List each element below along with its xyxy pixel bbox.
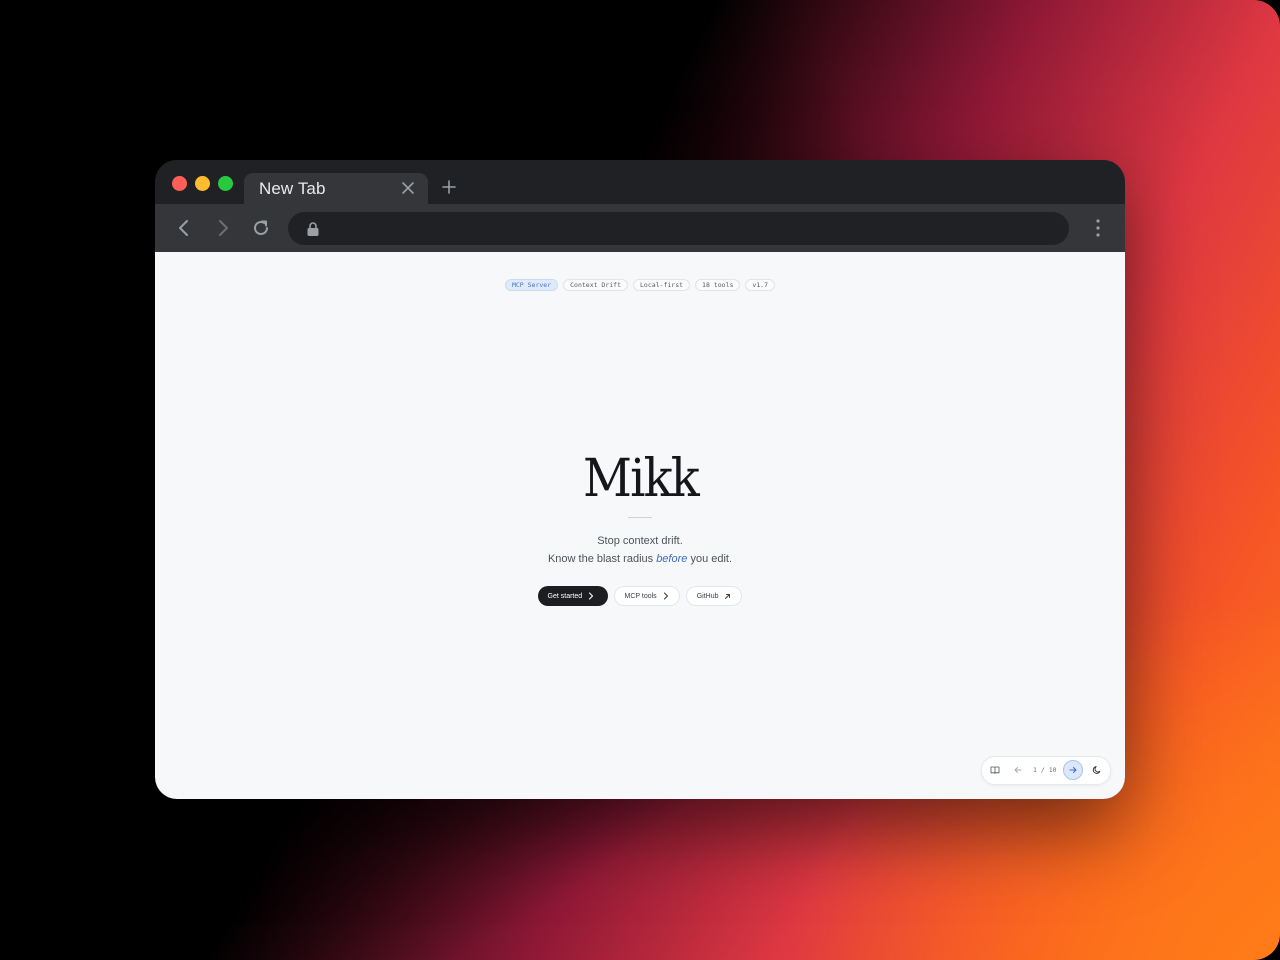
tagline-line-1: Stop context drift. xyxy=(597,535,683,547)
book-icon[interactable] xyxy=(990,765,1000,775)
mcp-tools-button[interactable]: MCP tools xyxy=(613,586,680,606)
tagline: Stop context drift. Know the blast radiu… xyxy=(155,532,1125,568)
page-title: Mikk xyxy=(582,449,700,509)
mcp-tools-label: MCP tools xyxy=(624,592,657,600)
page-content: MCP Server Context Drift Local-first 18 … xyxy=(155,252,1125,799)
slide-navigator: 1 / 10 xyxy=(981,756,1111,785)
current-slide: 1 xyxy=(1033,766,1037,774)
tab-strip: New Tab xyxy=(155,160,1125,204)
cta-row: Get started MCP tools GitHub xyxy=(155,586,1125,606)
external-link-icon xyxy=(725,593,731,599)
plus-icon[interactable] xyxy=(441,179,457,195)
kebab-menu-icon[interactable] xyxy=(1095,218,1101,238)
get-started-label: Get started xyxy=(547,592,583,600)
badge-version: v1.7 xyxy=(745,279,776,291)
next-slide-button[interactable] xyxy=(1063,760,1083,780)
browser-toolbar xyxy=(155,204,1125,252)
previous-slide-icon[interactable] xyxy=(1013,765,1023,775)
moon-icon[interactable] xyxy=(1092,765,1102,775)
chevron-right-icon xyxy=(589,592,594,600)
maximize-window-button[interactable] xyxy=(218,176,233,191)
github-button[interactable]: GitHub xyxy=(685,586,743,606)
slide-counter: 1 / 10 xyxy=(1033,764,1057,776)
address-bar[interactable] xyxy=(288,212,1069,245)
slide-separator: / xyxy=(1040,766,1045,774)
desktop-background: New Tab MCP Server Context Drift Local-f… xyxy=(0,0,1280,960)
badge-tool-count: 18 tools xyxy=(695,279,741,291)
lock-icon xyxy=(307,222,319,236)
badge-context-drift: Context Drift xyxy=(563,279,628,291)
tab-title: New Tab xyxy=(259,179,326,198)
tab-new-tab[interactable]: New Tab xyxy=(244,173,428,204)
arrow-right-icon xyxy=(1069,767,1077,773)
tagline-line-2: Know the blast radius before you edit. xyxy=(155,550,1125,568)
total-slides: 10 xyxy=(1048,766,1057,774)
minimize-window-button[interactable] xyxy=(195,176,210,191)
badge-local-first: Local-first xyxy=(633,279,691,291)
arrow-left-icon[interactable] xyxy=(174,218,194,238)
hero: Mikk Stop context drift. Know the blast … xyxy=(155,447,1125,568)
chevron-right-icon xyxy=(663,592,668,600)
tagline-line-2-start: Know the blast radius xyxy=(547,553,657,565)
tagline-emphasis: before xyxy=(656,553,688,565)
github-label: GitHub xyxy=(696,592,719,600)
browser-window: New Tab MCP Server Context Drift Local-f… xyxy=(155,160,1125,799)
close-icon[interactable] xyxy=(401,181,415,195)
close-window-button[interactable] xyxy=(172,176,187,191)
get-started-button[interactable]: Get started xyxy=(537,586,608,606)
arrow-right-icon[interactable] xyxy=(213,218,233,238)
badge-mcp-server: MCP Server xyxy=(504,279,559,291)
reload-icon[interactable] xyxy=(251,218,271,238)
tagline-line-2-end: you edit. xyxy=(687,553,733,565)
badge-row: MCP Server Context Drift Local-first 18 … xyxy=(155,279,1125,291)
title-divider xyxy=(628,517,652,518)
